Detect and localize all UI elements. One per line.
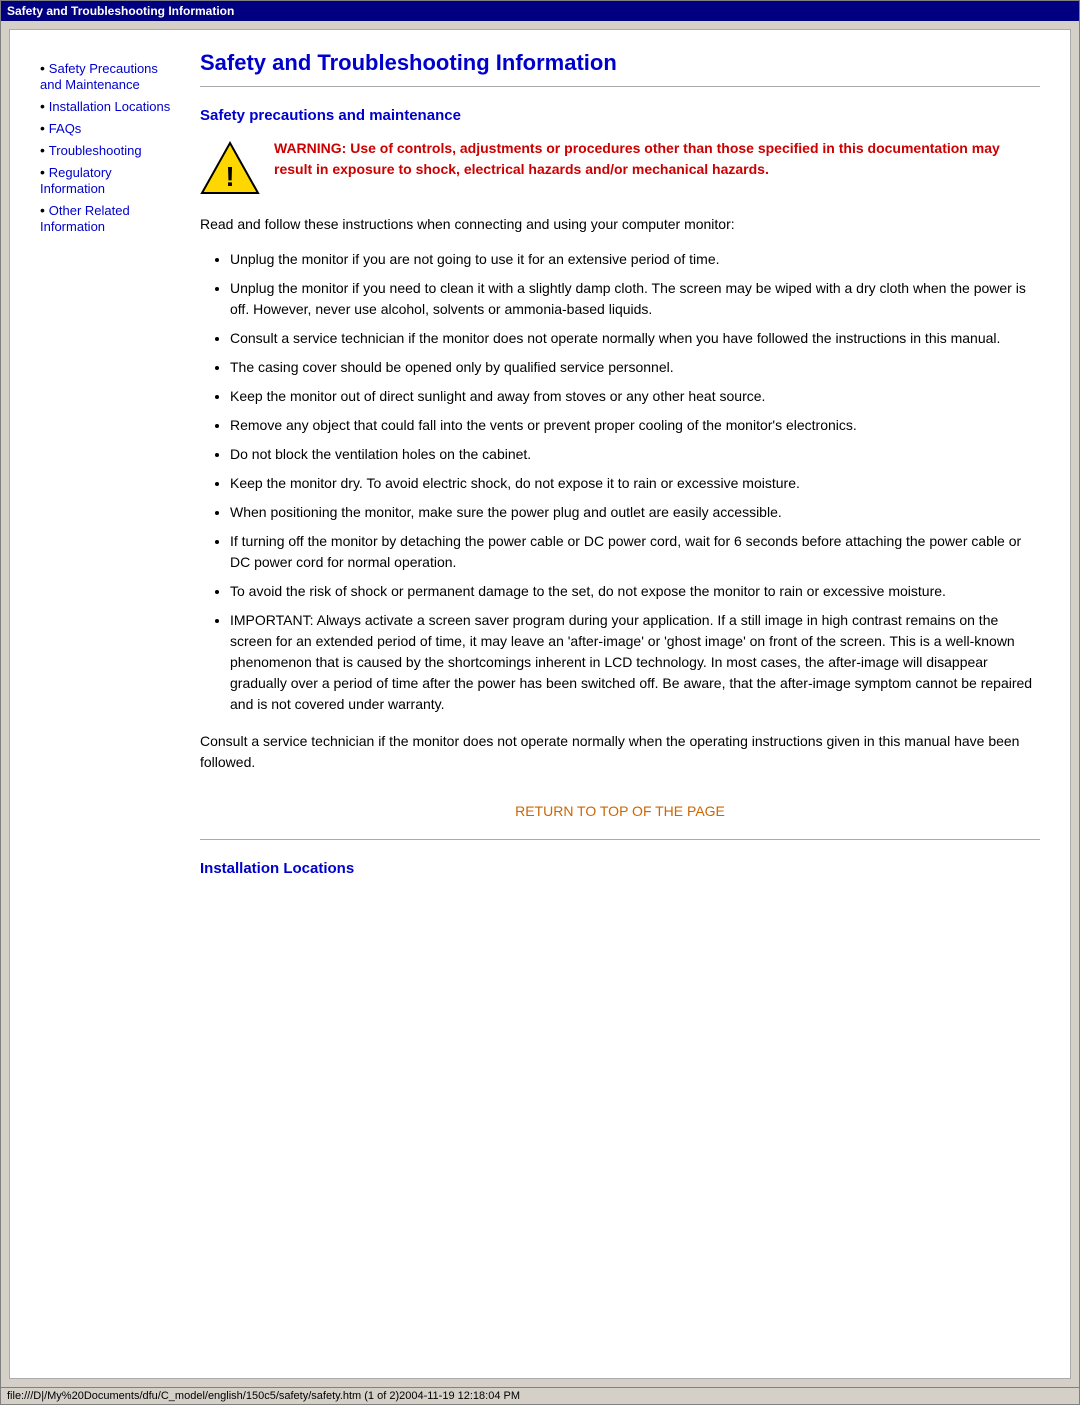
status-bar-text: file:///D|/My%20Documents/dfu/C_model/en…: [7, 1390, 520, 1402]
bullet-11: To avoid the risk of shock or permanent …: [230, 581, 1040, 602]
sidebar-item-troubleshooting[interactable]: Troubleshooting: [40, 142, 180, 158]
return-link[interactable]: RETURN TO TOP OF THE PAGE: [200, 803, 1040, 819]
bullet-6: Remove any object that could fall into t…: [230, 415, 1040, 436]
sidebar-item-other[interactable]: Other Related Information: [40, 202, 180, 234]
bullet-1: Unplug the monitor if you are not going …: [230, 249, 1040, 270]
svg-text:!: !: [225, 161, 234, 192]
layout: Safety Precautions and Maintenance Insta…: [40, 50, 1040, 891]
top-divider: [200, 86, 1040, 87]
sidebar-item-installation[interactable]: Installation Locations: [40, 98, 180, 114]
bullet-12: IMPORTANT: Always activate a screen save…: [230, 610, 1040, 715]
installation-section: Installation Locations: [200, 860, 1040, 877]
warning-box: ! WARNING: Use of controls, adjustments …: [200, 138, 1040, 198]
section1-title: Safety precautions and maintenance: [200, 107, 1040, 124]
title-bar: Safety and Troubleshooting Information: [1, 1, 1079, 21]
bullet-3: Consult a service technician if the moni…: [230, 328, 1040, 349]
sidebar-link-troubleshooting[interactable]: Troubleshooting: [49, 143, 142, 158]
sidebar-link-safety[interactable]: Safety Precautions and Maintenance: [40, 61, 158, 92]
bullet-4: The casing cover should be opened only b…: [230, 357, 1040, 378]
section2-title: Installation Locations: [200, 860, 1040, 877]
sidebar-link-regulatory[interactable]: Regulatory Information: [40, 165, 112, 196]
page-content: Safety Precautions and Maintenance Insta…: [9, 29, 1071, 1379]
consult-text: Consult a service technician if the moni…: [200, 731, 1040, 773]
page-title: Safety and Troubleshooting Information: [200, 50, 1040, 76]
bullet-2: Unplug the monitor if you need to clean …: [230, 278, 1040, 320]
sidebar-item-faqs[interactable]: FAQs: [40, 120, 180, 136]
bullet-8: Keep the monitor dry. To avoid electric …: [230, 473, 1040, 494]
status-bar: file:///D|/My%20Documents/dfu/C_model/en…: [1, 1387, 1079, 1404]
sidebar-link-faqs[interactable]: FAQs: [49, 121, 82, 136]
bullet-9: When positioning the monitor, make sure …: [230, 502, 1040, 523]
bottom-divider: [200, 839, 1040, 840]
sidebar-item-safety[interactable]: Safety Precautions and Maintenance: [40, 60, 180, 92]
return-to-top-link[interactable]: RETURN TO TOP OF THE PAGE: [515, 803, 725, 819]
bullet-7: Do not block the ventilation holes on th…: [230, 444, 1040, 465]
browser-window: Safety and Troubleshooting Information S…: [0, 0, 1080, 1405]
sidebar-item-regulatory[interactable]: Regulatory Information: [40, 164, 180, 196]
sidebar-nav: Safety Precautions and Maintenance Insta…: [40, 60, 180, 234]
intro-text: Read and follow these instructions when …: [200, 214, 1040, 235]
safety-bullets: Unplug the monitor if you are not going …: [230, 249, 1040, 715]
sidebar: Safety Precautions and Maintenance Insta…: [40, 50, 180, 891]
window-title: Safety and Troubleshooting Information: [7, 4, 234, 18]
sidebar-link-installation[interactable]: Installation Locations: [49, 99, 170, 114]
main-content: Safety and Troubleshooting Information S…: [200, 50, 1040, 891]
warning-icon: !: [200, 138, 260, 198]
bullet-5: Keep the monitor out of direct sunlight …: [230, 386, 1040, 407]
bullet-10: If turning off the monitor by detaching …: [230, 531, 1040, 573]
warning-text: WARNING: Use of controls, adjustments or…: [274, 138, 1040, 180]
sidebar-link-other[interactable]: Other Related Information: [40, 203, 130, 234]
